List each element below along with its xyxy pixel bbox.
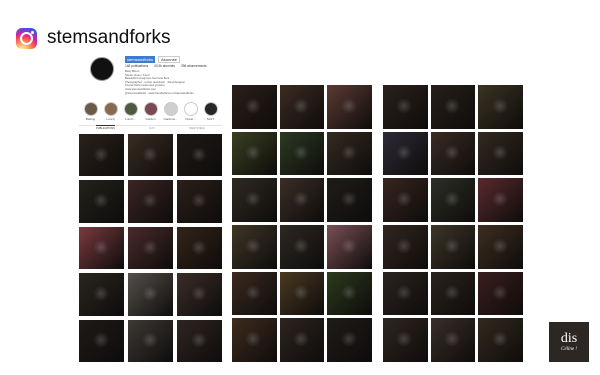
photo-thumbnail[interactable] — [383, 131, 428, 176]
photo-thumbnail[interactable] — [327, 318, 372, 362]
photo-grid — [79, 134, 222, 362]
photo-thumbnail[interactable] — [232, 224, 277, 269]
photo-thumbnail[interactable] — [177, 134, 222, 177]
photo-thumbnail[interactable] — [79, 273, 124, 316]
avatar[interactable] — [90, 57, 114, 81]
profile-screenshot: stemsandforks Abonnée 148 publications 4… — [79, 50, 222, 362]
photo-thumbnail[interactable] — [177, 319, 222, 362]
highlight-thumb — [83, 102, 98, 116]
photo-grid-column — [383, 85, 523, 362]
highlight-label: SALT — [206, 117, 215, 121]
highlight-label: Lunch — [106, 117, 115, 121]
photo-thumbnail[interactable] — [430, 178, 476, 222]
photo-thumbnail[interactable] — [177, 273, 222, 316]
highlight-thumb — [183, 102, 198, 116]
highlight-thumb — [163, 102, 178, 116]
photo-thumbnail[interactable] — [430, 271, 476, 316]
photo-thumbnail[interactable] — [128, 273, 173, 316]
highlight-item[interactable]: Garden — [143, 102, 158, 121]
photo-thumbnail[interactable] — [279, 271, 325, 316]
photo-thumbnail[interactable] — [232, 178, 277, 222]
instagram-handle: stemsandforks — [47, 27, 171, 48]
photo-thumbnail[interactable] — [383, 271, 428, 316]
profile-section: stemsandforks Abonnée 148 publications 4… — [79, 50, 222, 130]
photo-thumbnail[interactable] — [327, 271, 372, 316]
highlight-item[interactable]: Gardens... — [163, 102, 178, 121]
highlight-label: Lunch... — [125, 117, 136, 121]
tab-publications[interactable]: PUBLICATIONS — [96, 125, 115, 131]
photo-thumbnail[interactable] — [430, 224, 476, 269]
logo-subtext: Céline ! — [561, 347, 577, 352]
photo-thumbnail[interactable] — [430, 131, 476, 176]
profile-stats: 148 publications 40,9k abonnés 396 abonn… — [125, 64, 207, 68]
photo-thumbnail[interactable] — [128, 134, 173, 177]
story-highlights: Baking Lunch Lunch... Garden Gardens... … — [83, 102, 218, 121]
follow-button[interactable]: Abonnée — [158, 56, 181, 63]
photo-thumbnail[interactable] — [128, 180, 173, 223]
highlight-item[interactable]: Floral... — [183, 102, 198, 121]
photo-thumbnail[interactable] — [327, 85, 372, 129]
highlight-thumb — [143, 102, 158, 116]
highlight-item[interactable]: Lunch... — [123, 102, 138, 121]
highlight-label: Gardens... — [163, 117, 178, 121]
highlight-thumb — [123, 102, 138, 116]
photo-thumbnail[interactable] — [478, 178, 523, 222]
profile-username: stemsandforks — [125, 56, 156, 63]
highlight-label: Baking — [85, 117, 96, 121]
photo-thumbnail[interactable] — [79, 180, 124, 223]
photo-thumbnail[interactable] — [478, 271, 523, 316]
photo-thumbnail[interactable] — [279, 224, 325, 269]
highlight-item[interactable]: Lunch — [103, 102, 118, 121]
photo-thumbnail[interactable] — [327, 131, 372, 176]
photo-thumbnail[interactable] — [383, 85, 428, 129]
photo-thumbnail[interactable] — [232, 271, 277, 316]
photo-thumbnail[interactable] — [79, 226, 124, 270]
photo-thumbnail[interactable] — [232, 318, 277, 362]
highlight-label: Floral... — [185, 117, 196, 121]
highlight-label: Garden — [145, 117, 156, 121]
photo-thumbnail[interactable] — [430, 85, 476, 129]
photo-thumbnail[interactable] — [79, 319, 124, 362]
photo-thumbnail[interactable] — [279, 131, 325, 176]
highlight-item[interactable]: Baking — [83, 102, 98, 121]
bio-line: @stemsandforks · www.friendlyfaces.co/st… — [125, 91, 194, 95]
highlight-thumb — [203, 102, 218, 116]
profile-tabs: PUBLICATIONS IGTV IDENTIFIÉ(E) — [79, 125, 222, 131]
photo-thumbnail[interactable] — [327, 178, 372, 222]
profile-bio: Betty Binon Studio photo / Food Beautifu… — [125, 70, 217, 95]
photo-grid-column — [232, 85, 372, 362]
photo-thumbnail[interactable] — [279, 85, 325, 129]
photo-thumbnail[interactable] — [430, 318, 476, 362]
photo-thumbnail[interactable] — [478, 224, 523, 269]
highlight-thumb — [103, 102, 118, 116]
photo-thumbnail[interactable] — [177, 180, 222, 223]
highlight-item[interactable]: SALT — [203, 102, 218, 121]
photo-thumbnail[interactable] — [327, 224, 372, 269]
photo-thumbnail[interactable] — [232, 131, 277, 176]
photo-thumbnail[interactable] — [79, 134, 124, 177]
brand-logo: dis Céline ! — [549, 322, 589, 362]
photo-grid — [383, 85, 523, 362]
photo-thumbnail[interactable] — [232, 85, 277, 129]
stat-publications[interactable]: 148 publications — [125, 64, 148, 68]
photo-thumbnail[interactable] — [478, 318, 523, 362]
photo-grid — [232, 85, 372, 362]
photo-thumbnail[interactable] — [383, 224, 428, 269]
photo-thumbnail[interactable] — [383, 318, 428, 362]
tab-tagged[interactable]: IDENTIFIÉ(E) — [189, 126, 205, 131]
photo-thumbnail[interactable] — [128, 319, 173, 362]
logo-text: dis — [560, 331, 578, 346]
photo-thumbnail[interactable] — [279, 318, 325, 362]
photo-thumbnail[interactable] — [128, 226, 173, 270]
photo-thumbnail[interactable] — [383, 178, 428, 222]
stat-followers[interactable]: 40,9k abonnés — [154, 64, 175, 68]
instagram-icon — [16, 27, 37, 49]
photo-thumbnail[interactable] — [279, 178, 325, 222]
photo-thumbnail[interactable] — [177, 226, 222, 270]
profile-header: stemsandforks — [16, 26, 171, 50]
photo-thumbnail[interactable] — [478, 85, 523, 129]
stat-following[interactable]: 396 abonnements — [181, 64, 207, 68]
photo-thumbnail[interactable] — [478, 131, 523, 176]
tab-igtv[interactable]: IGTV — [149, 126, 155, 131]
